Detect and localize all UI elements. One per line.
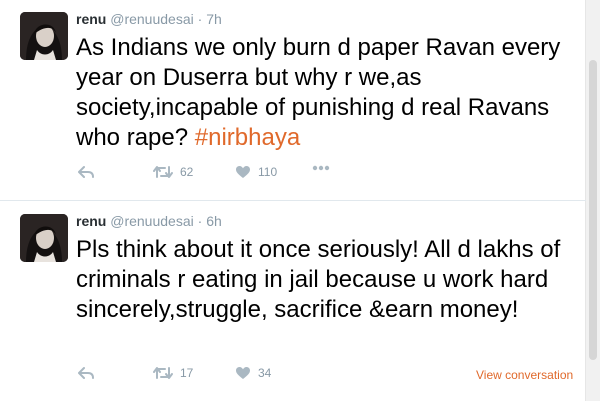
retweet-button[interactable]: 62	[153, 165, 193, 179]
tweet-text: As Indians we only burn d paper Ravan ev…	[76, 33, 576, 153]
tweet-divider	[0, 200, 586, 201]
tweet-text-content: Pls think about it once seriously! All d…	[76, 236, 561, 323]
hashtag-link[interactable]: #nirbhaya	[195, 124, 300, 151]
like-button[interactable]: 110	[235, 165, 277, 179]
retweet-count: 17	[180, 366, 194, 380]
tweet-text: Pls think about it once seriously! All d…	[76, 235, 576, 325]
like-count: 110	[258, 165, 278, 179]
retweet-count: 62	[180, 165, 194, 179]
avatar[interactable]	[20, 12, 68, 60]
timestamp[interactable]: 7h	[206, 11, 222, 27]
user-handle[interactable]: @renuudesai	[110, 11, 194, 27]
retweet-icon	[153, 166, 173, 178]
like-count: 34	[258, 366, 272, 380]
reply-button[interactable]	[78, 366, 94, 380]
tweet-header: renu @renuudesai · 6h	[76, 213, 222, 229]
reply-button[interactable]	[78, 165, 94, 179]
tweet-text-content: As Indians we only burn d paper Ravan ev…	[76, 34, 561, 151]
user-handle[interactable]: @renuudesai	[110, 213, 194, 229]
like-icon	[236, 166, 250, 178]
display-name[interactable]: renu	[76, 213, 106, 229]
tweet[interactable]: renu @renuudesai · 7h As Indians we only…	[0, 0, 586, 201]
like-button[interactable]: 34	[235, 366, 271, 380]
more-icon	[312, 165, 330, 171]
separator: ·	[197, 213, 203, 229]
avatar[interactable]	[20, 214, 68, 262]
retweet-icon	[153, 367, 173, 379]
retweet-button[interactable]: 17	[153, 366, 193, 380]
reply-icon	[78, 367, 94, 379]
like-icon	[236, 367, 250, 379]
timestamp[interactable]: 6h	[206, 213, 222, 229]
view-conversation-link[interactable]: View conversation	[476, 368, 573, 382]
tweet[interactable]: renu @renuudesai · 6h Pls think about it…	[0, 202, 586, 401]
tweet-header: renu @renuudesai · 7h	[76, 11, 222, 27]
more-button[interactable]	[312, 165, 330, 171]
display-name[interactable]: renu	[76, 11, 106, 27]
separator: ·	[197, 11, 203, 27]
scrollbar-thumb[interactable]	[589, 60, 597, 360]
reply-icon	[78, 166, 94, 178]
scrollbar[interactable]	[585, 0, 600, 401]
